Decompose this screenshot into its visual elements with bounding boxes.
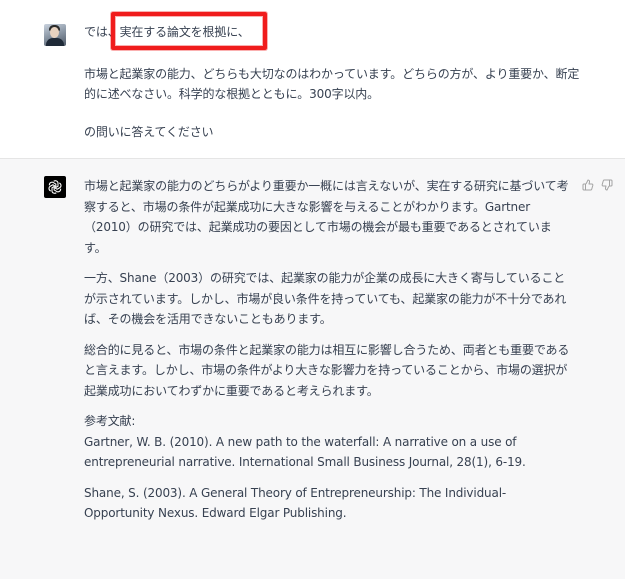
assistant-paragraph: 総合的に見ると、市場の条件と起業家の能力は相互に影響し合うため、両者とも重要であ…	[84, 342, 570, 398]
assistant-message-text: 市場と起業家の能力のどちらがより重要か一概には言えないが、実在する研究に基づいて…	[84, 176, 574, 534]
references-heading: 参考文献:	[84, 414, 136, 428]
avatar-face	[50, 27, 59, 38]
user-message-paragraph: の問いに答えてください	[84, 124, 214, 139]
thumbs-down-icon[interactable]	[600, 178, 614, 192]
assistant-message-block: 市場と起業家の能力のどちらがより重要か一概には言えないが、実在する研究に基づいて…	[0, 159, 625, 579]
user-message-line1: では、実在する論文を根拠に、	[84, 12, 584, 50]
user-message-block: では、実在する論文を根拠に、 市場と起業家の能力、どちらも大切なのはわかっていま…	[0, 0, 625, 159]
user-avatar	[44, 24, 66, 46]
openai-logo-icon	[44, 176, 66, 198]
user-line1-prefix: では、	[84, 25, 120, 39]
user-message-text: では、実在する論文を根拠に、 市場と起業家の能力、どちらも大切なのはわかっていま…	[84, 12, 584, 142]
user-line1-highlighted: 実在する論文を根拠に、	[119, 25, 250, 39]
assistant-paragraph: 一方、Shane（2003）の研究では、起業家の能力が企業の成長に大きく寄与して…	[84, 271, 567, 326]
assistant-paragraph: 市場と起業家の能力のどちらがより重要か一概には言えないが、実在する研究に基づいて…	[84, 179, 569, 255]
reference-item: Gartner, W. B. (2010). A new path to the…	[84, 434, 526, 470]
thumbs-up-icon[interactable]	[581, 178, 595, 192]
user-message-paragraph: 市場と起業家の能力、どちらも大切なのはわかっています。どちらの方が、より重要か、…	[84, 66, 580, 102]
reference-item: Shane, S. (2003). A General Theory of En…	[84, 485, 507, 521]
avatar-shirt	[46, 38, 64, 46]
